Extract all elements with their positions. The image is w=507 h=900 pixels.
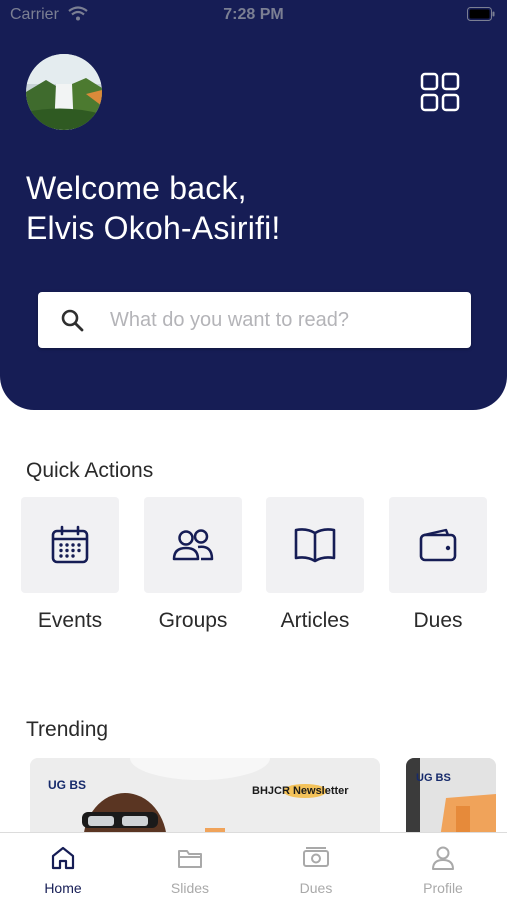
tab-home-label: Home: [44, 880, 82, 896]
waterfall-photo-icon: [26, 54, 102, 130]
tab-dues-label: Dues: [299, 880, 333, 896]
trending-card[interactable]: UG BS: [406, 758, 496, 838]
welcome-user-name: Elvis Okoh-Asirifi!: [26, 210, 281, 246]
wallet-icon: [419, 528, 457, 562]
articles-tile[interactable]: [266, 497, 364, 593]
welcome-message: Welcome back, Elvis Okoh-Asirifi!: [26, 168, 281, 248]
folder-icon: [178, 850, 202, 868]
quick-action-groups[interactable]: Groups: [144, 497, 242, 633]
dues-tile[interactable]: [389, 497, 487, 593]
welcome-line-1: Welcome back,: [26, 170, 247, 206]
home-icon: [51, 846, 75, 870]
tab-slides[interactable]: Slides: [127, 845, 253, 896]
avatar[interactable]: [26, 54, 102, 130]
tab-bar: Home Slides Dues Profile: [0, 832, 507, 900]
groups-label: Groups: [158, 609, 228, 632]
tab-profile[interactable]: Profile: [380, 845, 506, 896]
tab-slides-label: Slides: [170, 880, 210, 896]
grid-menu-icon[interactable]: [420, 72, 460, 112]
tab-profile-label: Profile: [423, 880, 463, 896]
dues-label: Dues: [413, 609, 463, 632]
trending-title: Trending: [26, 718, 109, 741]
money-icon: [303, 847, 329, 867]
quick-action-dues[interactable]: Dues: [389, 497, 487, 633]
trending-card-logo: UG BS: [416, 772, 451, 784]
battery-icon: [467, 7, 495, 21]
groups-tile[interactable]: [144, 497, 242, 593]
status-time: 7:28 PM: [223, 6, 284, 23]
search-bar[interactable]: [38, 292, 471, 348]
newsletter-cover-image: [30, 758, 380, 838]
book-icon: [294, 528, 336, 563]
events-tile[interactable]: [21, 497, 119, 593]
events-label: Events: [37, 609, 103, 632]
tab-home[interactable]: Home: [0, 845, 126, 896]
trending-card[interactable]: UG BS BHJCR Newsletter: [30, 758, 380, 838]
quick-action-articles[interactable]: Articles: [266, 497, 364, 633]
status-bar: Carrier 7:28 PM: [0, 0, 507, 30]
quick-action-events[interactable]: Events: [21, 497, 119, 633]
users-icon: [172, 529, 214, 561]
tab-dues[interactable]: Dues: [253, 845, 379, 896]
articles-label: Articles: [280, 609, 350, 632]
calendar-icon: [51, 525, 89, 564]
trending-card-logo: UG BS: [48, 778, 87, 792]
quick-actions-title: Quick Actions: [26, 459, 154, 482]
person-icon: [432, 846, 454, 870]
trending-cover-image: [406, 758, 496, 838]
search-input[interactable]: [110, 292, 460, 348]
trending-card-title: BHJCR Newsletter: [252, 785, 349, 797]
header-banner: Carrier 7:28 PM Welcome back, Elvis Okoh…: [0, 0, 507, 410]
search-icon: [61, 309, 84, 332]
